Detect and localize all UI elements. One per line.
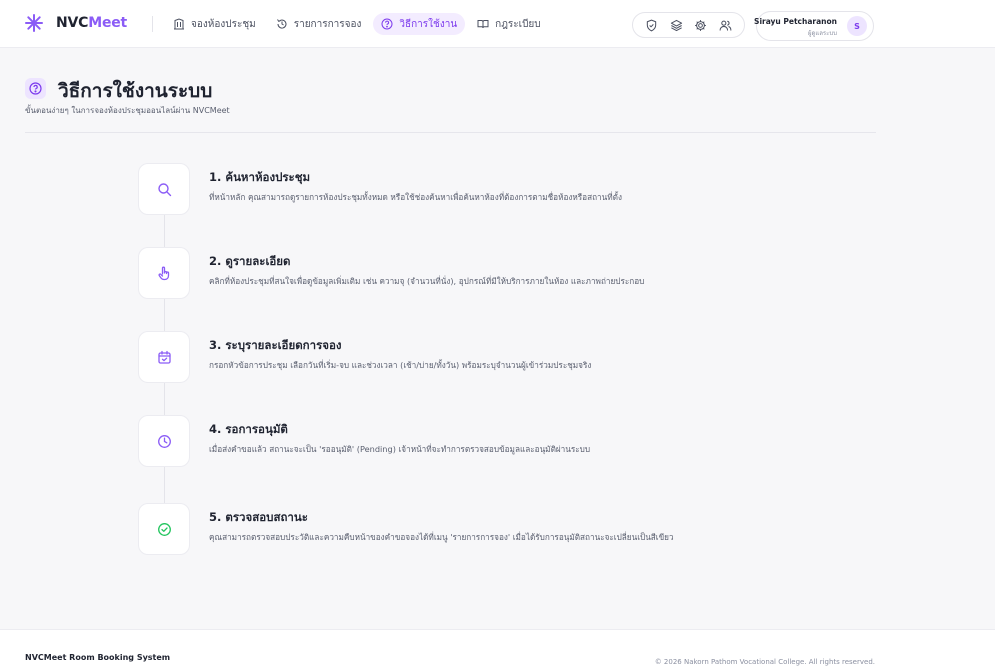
user-menu[interactable]: Sirayu Petcharanon ผู้ดูแลระบบ S [754, 11, 874, 41]
page-footer: NVCMeet Room Booking System © 2026 Nakor… [0, 629, 995, 668]
shield-button[interactable] [642, 16, 660, 34]
nav-link-label: จองห้องประชุม [191, 18, 256, 30]
step-description: คุณสามารถตรวจสอบประวัติและความคืบหน้าของ… [209, 532, 674, 542]
page-title-badge [25, 78, 46, 99]
nav-icon-group [632, 12, 745, 38]
step-title: 5. ตรวจสอบสถานะ [209, 510, 308, 524]
step-title: 4. รอการอนุมัติ [209, 422, 288, 436]
help-circle-icon [29, 82, 42, 95]
user-role: ผู้ดูแลระบบ [807, 30, 837, 37]
nav-link-book-room[interactable]: จองห้องประชุม [165, 13, 264, 35]
settings-button[interactable] [692, 16, 710, 34]
search-icon [157, 182, 171, 196]
step-title: 2. ดูรายละเอียด [209, 254, 291, 268]
nav-link-label: กฎระเบียบ [495, 18, 541, 30]
help-circle-icon [381, 18, 393, 30]
book-icon [477, 20, 489, 29]
page-title: วิธีการใช้งานระบบ [58, 80, 213, 102]
step-description: ที่หน้าหลัก คุณสามารถดูรายการห้องประชุมท… [209, 192, 622, 202]
nav-link-rules[interactable]: กฎระเบียบ [469, 13, 548, 35]
footer-brand: NVCMeet Room Booking System [25, 653, 171, 662]
layers-button[interactable] [667, 16, 685, 34]
step-description: เมื่อส่งคำขอแล้ว สถานะจะเป็น 'รออนุมัติ'… [209, 444, 591, 454]
calendar-check-icon [157, 350, 171, 364]
avatar: S [847, 16, 867, 36]
nav-links: จองห้องประชุม รายการการจอง วิธีการใช้งาน… [165, 13, 549, 35]
step-icon-box [138, 503, 190, 555]
nav-link-bookings[interactable]: รายการการจอง [268, 13, 370, 35]
step-title: 1. ค้นหาห้องประชุม [209, 170, 311, 184]
nav-divider [152, 16, 153, 32]
brand-name: NVCMeet [56, 15, 128, 31]
pointer-hand-icon [157, 266, 169, 280]
users-icon [719, 20, 732, 31]
brand-logo[interactable]: NVCMeet [24, 13, 127, 33]
shield-icon [646, 19, 657, 31]
layers-icon [670, 19, 682, 31]
step-title: 3. ระบุรายละเอียดการจอง [209, 338, 342, 352]
footer-copyright: © 2026 Nakorn Pathom Vocational College.… [654, 658, 875, 666]
step-icon-box [138, 331, 190, 383]
step-icon-box [138, 415, 190, 467]
step-description: กรอกหัวข้อการประชุม เลือกวันที่เริ่ม-จบ … [209, 360, 592, 370]
users-button[interactable] [717, 16, 735, 34]
logo-spark-icon [25, 14, 43, 32]
step-icon-box [138, 163, 190, 215]
step-description: คลิกที่ห้องประชุมที่สนใจเพื่อดูข้อมูลเพิ… [209, 276, 645, 286]
header-divider [25, 132, 876, 133]
settings-icon [695, 19, 707, 31]
building-icon [174, 18, 184, 30]
clock-icon [157, 434, 171, 448]
page-subtitle: ขั้นตอนง่ายๆ ในการจองห้องประชุมออนไลน์ผ่… [25, 106, 230, 115]
history-icon [276, 19, 287, 29]
nav-link-label: รายการการจอง [293, 18, 362, 30]
top-navbar: NVCMeet จองห้องประชุม รายการการจอง วิธีก… [0, 0, 995, 48]
step-icon-box [138, 247, 190, 299]
check-circle-icon [157, 522, 171, 536]
nav-link-label: วิธีการใช้งาน [399, 18, 458, 30]
user-name: Sirayu Petcharanon [754, 17, 837, 26]
nav-link-how-to[interactable]: วิธีการใช้งาน [373, 13, 466, 35]
